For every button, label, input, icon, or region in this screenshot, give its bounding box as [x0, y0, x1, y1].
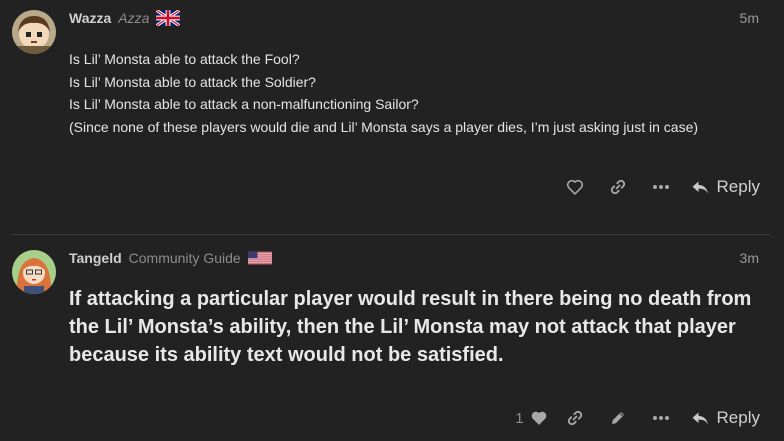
pencil-icon	[611, 412, 624, 424]
username[interactable]: Tangeld	[69, 250, 122, 266]
like-button[interactable]: 1	[515, 403, 547, 433]
us-flag-icon	[247, 250, 272, 266]
more-button[interactable]	[645, 403, 677, 433]
post-time[interactable]: 3m	[740, 250, 759, 266]
reply-label: Reply	[716, 408, 760, 427]
avatar[interactable]	[12, 10, 56, 54]
avatar[interactable]	[12, 250, 56, 294]
post-wazza: Wazza Azza 5m Is Lil’ Monsta able to att…	[0, 0, 784, 234]
reply-label: Reply	[716, 177, 760, 196]
heart-icon	[531, 411, 546, 425]
post-line: (Since none of these players would die a…	[69, 118, 699, 135]
post-header-names: Wazza Azza	[69, 8, 182, 28]
reply-button[interactable]: Reply	[691, 172, 760, 202]
post-tangeld: Tangeld Community Guide 3m If attacking …	[0, 235, 784, 441]
more-icon	[652, 185, 669, 189]
reply-button[interactable]: Reply	[691, 403, 760, 433]
copy-link-button[interactable]	[559, 403, 591, 433]
reply-icon	[692, 181, 708, 193]
edit-button[interactable]	[602, 403, 634, 433]
link-icon	[610, 179, 625, 195]
like-button[interactable]	[559, 172, 591, 202]
reply-icon	[692, 412, 708, 424]
post-actions: 1 Reply	[515, 403, 760, 433]
post-line: Is Lil’ Monsta able to attack a non-malf…	[69, 96, 419, 112]
heart-icon	[566, 179, 583, 195]
link-icon	[567, 410, 582, 426]
username[interactable]: Wazza	[69, 10, 111, 26]
post-header-names: Tangeld Community Guide	[69, 248, 272, 268]
copy-link-button[interactable]	[602, 172, 634, 202]
post-actions: Reply	[548, 172, 760, 202]
post-line: Is Lil’ Monsta able to attack the Fool?	[69, 51, 300, 67]
post-body: Is Lil’ Monsta able to attack the Fool? …	[69, 48, 698, 138]
more-button[interactable]	[645, 172, 677, 202]
like-count: 1	[515, 409, 524, 427]
post-body: If attacking a particular player would r…	[69, 288, 752, 366]
post-time[interactable]: 5m	[740, 10, 759, 26]
post-line: Is Lil’ Monsta able to attack the Soldie…	[69, 73, 316, 90]
user-title: Community Guide	[128, 250, 241, 266]
uk-flag-icon	[155, 8, 182, 28]
more-icon	[652, 416, 669, 420]
user-title: Azza	[118, 10, 150, 26]
